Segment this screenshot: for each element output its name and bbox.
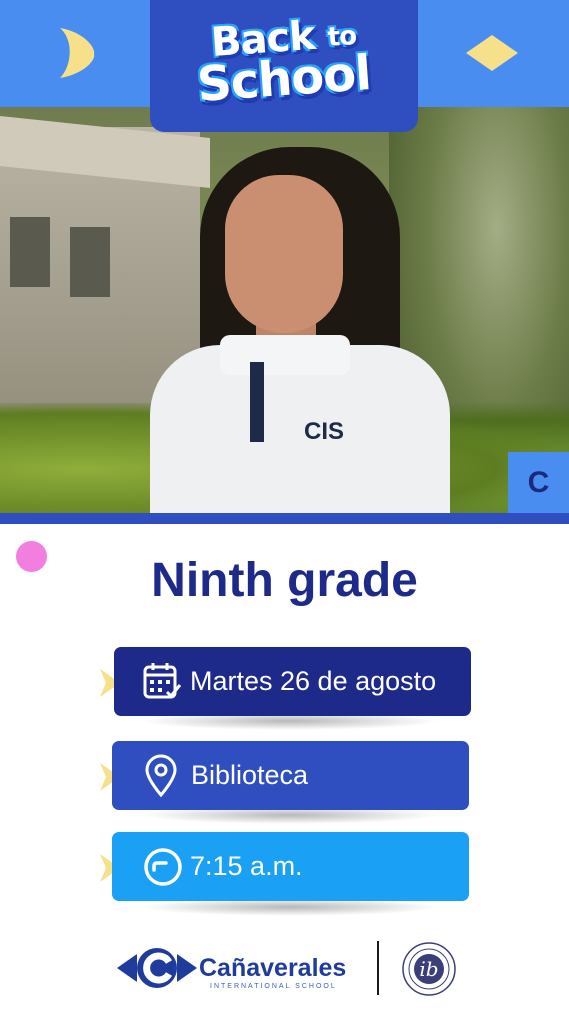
grade-title: Ninth grade <box>151 554 418 607</box>
diamond-icon <box>466 35 518 71</box>
ib-world-school-seal-icon: ib <box>402 942 456 996</box>
location-pin-icon <box>145 754 177 798</box>
photo-placket <box>250 362 264 442</box>
logo-line-2: School <box>195 45 373 113</box>
ib-label: ib <box>419 957 438 981</box>
header-tab: Back to School <box>150 0 418 132</box>
calendar-icon <box>143 663 182 699</box>
date-text: Martes 26 de agosto <box>190 666 437 696</box>
brand-name: Cañaverales <box>199 954 347 982</box>
date-pill: Martes 26 de agosto <box>114 647 471 716</box>
grade-letter-badge: C <box>508 452 569 513</box>
photo-window <box>10 217 50 287</box>
shirt-logo: CIS <box>304 418 345 445</box>
brand-subtitle: INTERNATIONAL SCHOOL <box>210 983 337 990</box>
time-pill: 7:15 a.m. <box>112 832 469 901</box>
student-photo: CIS <box>0 107 569 513</box>
location-text: Biblioteca <box>191 760 309 790</box>
canaverales-logo-icon <box>117 948 197 988</box>
poster: Back to School CIS C Ninth grade Martes … <box>0 0 569 1024</box>
photo-window <box>70 227 110 297</box>
photo-collar <box>220 335 350 375</box>
footer-separator <box>377 941 379 995</box>
crescent-moon-icon <box>60 28 95 78</box>
clock-icon <box>144 848 182 886</box>
time-text: 7:15 a.m. <box>190 851 303 881</box>
photo-face <box>225 175 343 333</box>
photo-bottom-bar <box>0 513 569 524</box>
location-pill: Biblioteca <box>112 741 469 810</box>
back-to-school-logo: Back to School <box>150 13 418 113</box>
